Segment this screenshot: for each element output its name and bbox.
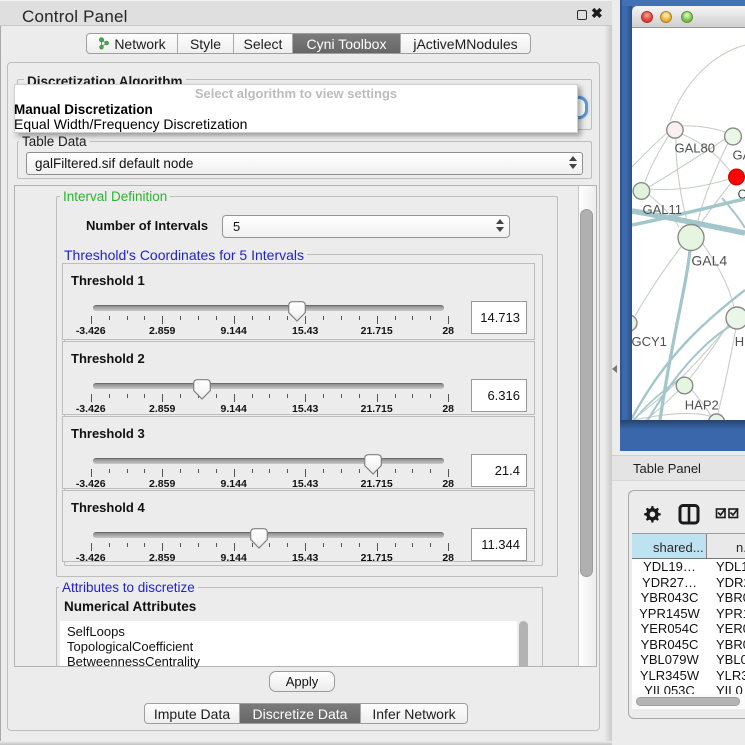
svg-text:GAL4: GAL4 bbox=[691, 253, 727, 269]
svg-text:GAL7: GAL7 bbox=[733, 148, 745, 163]
svg-text:H: H bbox=[735, 334, 744, 349]
svg-text:GAL80: GAL80 bbox=[675, 141, 715, 156]
svg-text:GAL11: GAL11 bbox=[643, 202, 683, 217]
svg-text:GCY1: GCY1 bbox=[632, 334, 667, 349]
svg-text:CY: CY bbox=[738, 187, 745, 202]
svg-text:HAP2: HAP2 bbox=[685, 398, 719, 413]
